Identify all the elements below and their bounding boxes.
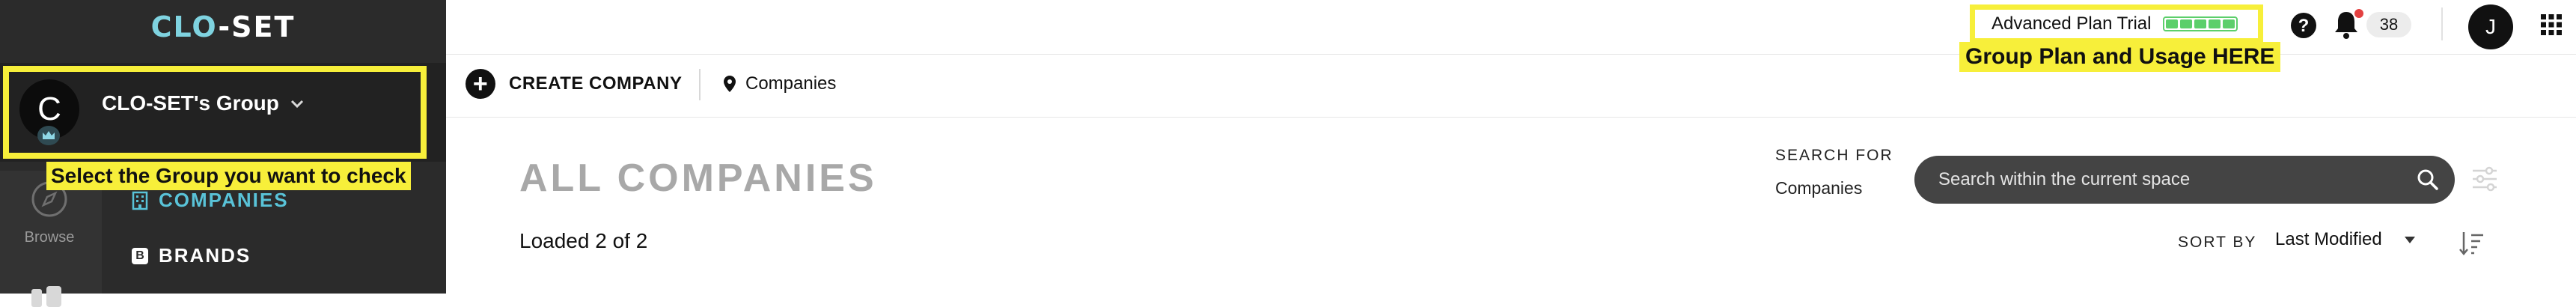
rail-browse-label: Browse [24,229,75,246]
breadcrumb-label: Companies [745,73,837,94]
sidebar-item-companies[interactable]: COMPANIES [132,189,289,212]
usage-bar [2163,16,2238,31]
caret-down-icon [2404,236,2415,243]
help-icon[interactable]: ? [2289,10,2319,40]
notification-dot [2354,9,2363,18]
apps-grid-icon[interactable] [2540,13,2563,36]
plan-label: Advanced Plan Trial [1991,13,2152,34]
search-for-label: SEARCH FOR [1775,147,1893,164]
header-divider [2441,7,2443,40]
b-badge-icon: B [132,247,148,264]
sort-order-icon[interactable] [2458,229,2486,258]
location-pin-icon [724,76,736,92]
search-icon[interactable] [2416,168,2440,192]
user-avatar[interactable]: J [2468,4,2513,49]
group-highlight-box [3,66,427,159]
breadcrumb[interactable]: Companies [723,73,836,94]
sort-select[interactable]: Last Modified [2275,229,2415,250]
usage-segment [2194,19,2207,28]
sidebar-item-label: BRANDS [159,244,251,267]
search-input[interactable] [1937,168,2402,191]
sidebar-item-label: COMPANIES [159,189,289,211]
logo-bar[interactable]: CLO-SET [0,0,446,54]
filter-sliders-icon[interactable] [2471,166,2498,192]
create-company-button[interactable]: + CREATE COMPANY [466,69,682,99]
building-icon [132,191,148,210]
plus-icon: + [466,69,495,99]
plan-usage-widget[interactable]: Advanced Plan Trial [1970,4,2263,43]
sort-by-label: SORT BY [2178,234,2257,251]
sidebar-item-brands[interactable]: B BRANDS [132,244,251,267]
search-field[interactable] [1914,156,2455,204]
user-initial: J [2485,15,2496,38]
usage-segment [2209,19,2221,28]
usage-segment [2223,19,2235,28]
search-scope[interactable]: Companies [1775,178,1862,198]
usage-segment [2180,19,2193,28]
loaded-count: Loaded 2 of 2 [519,229,648,252]
group-annotation: Select the Group you want to check [46,162,411,190]
page-title: ALL COMPANIES [519,156,877,200]
svg-text:?: ? [2298,16,2310,36]
toolbar-divider [699,69,701,100]
usage-segment [2166,19,2179,28]
sort-value: Last Modified [2275,229,2382,249]
create-company-label: CREATE COMPANY [509,73,683,94]
library-icon[interactable] [30,285,69,307]
app-logo: CLO-SET [150,10,296,43]
notification-count[interactable]: 38 [2366,12,2411,37]
